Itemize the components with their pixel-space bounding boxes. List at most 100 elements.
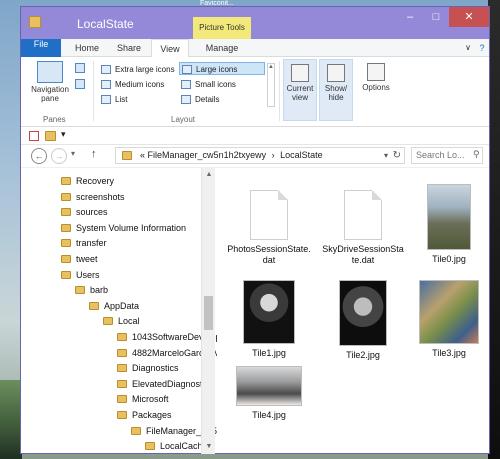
scroll-up-icon[interactable]: ▲ (202, 168, 216, 182)
folder-icon (131, 426, 141, 435)
tree-scrollbar[interactable]: ▲ ▼ (201, 168, 215, 454)
tree-item[interactable]: transfer (61, 236, 107, 251)
explorer-window: LocalState Picture Tools – □ ✕ File Home… (20, 6, 490, 454)
layout-extra-large-icons[interactable]: Extra large icons (99, 63, 179, 76)
tree-item-label: tweet (76, 254, 98, 264)
ribbon-expand-icon[interactable]: ∨ (461, 39, 475, 57)
maximize-button[interactable]: □ (423, 7, 449, 27)
address-bar[interactable]: « FileManager_cw5n1h2txyewy › LocalState… (115, 147, 405, 164)
tree-item-label: Packages (132, 410, 172, 420)
help-icon[interactable]: ? (475, 39, 489, 57)
tree-item[interactable]: ElevatedDiagnostics (117, 377, 214, 392)
close-button[interactable]: ✕ (449, 7, 489, 27)
options-label: Options (362, 83, 390, 92)
image-thumbnail (419, 280, 479, 344)
quick-access-toolbar: ▾ (21, 127, 489, 145)
desktop-background-left (0, 380, 22, 459)
search-icon[interactable]: ⚲ (473, 149, 480, 160)
customize-toolbar-icon[interactable]: ▾ (61, 129, 66, 140)
tree-item[interactable]: barb (75, 283, 108, 298)
file-item[interactable]: PhotosSessionState.dat (227, 184, 311, 266)
image-thumbnail (427, 184, 471, 250)
image-thumbnail (243, 280, 295, 344)
tab-home[interactable]: Home (67, 39, 107, 57)
navigation-bar: ← → ▾ ↑ « FileManager_cw5n1h2txyewy › Lo… (21, 145, 489, 167)
sort-by-icon (291, 64, 309, 82)
document-icon (250, 190, 288, 240)
file-item[interactable]: SkyDriveSessionState.dat (321, 184, 405, 266)
small-icons-icon (181, 80, 191, 89)
breadcrumb-segment[interactable]: LocalState (280, 150, 323, 160)
layout-small-icons[interactable]: Small icons (179, 78, 265, 91)
scroll-thumb[interactable] (204, 296, 213, 330)
divider (93, 61, 94, 121)
tab-share[interactable]: Share (109, 39, 149, 57)
details-icon (181, 95, 191, 104)
layout-medium-icons[interactable]: Medium icons (99, 78, 179, 91)
up-button[interactable]: ↑ (91, 148, 97, 160)
folder-icon (61, 223, 71, 232)
tree-item[interactable]: tweet (61, 252, 98, 267)
details-pane-icon[interactable] (75, 79, 85, 89)
tree-item[interactable]: Microsoft (117, 392, 169, 407)
new-folder-icon[interactable] (45, 131, 56, 141)
tree-item-label: sources (76, 207, 108, 218)
refresh-icon[interactable]: ↻ (393, 148, 401, 163)
tree-item[interactable]: Recovery (61, 174, 114, 189)
tree-item-label: AppData (104, 300, 140, 311)
navigation-pane-icon (37, 61, 63, 83)
tree-item[interactable]: sources (61, 205, 108, 220)
options-button[interactable]: Options (357, 59, 395, 121)
folder-app-icon (29, 16, 41, 28)
file-item[interactable]: Tile1.jpg (227, 280, 311, 359)
back-button[interactable]: ← (31, 148, 47, 164)
divider (279, 61, 280, 121)
folder-icon (117, 379, 127, 388)
show-hide-button[interactable]: Show/ hide (319, 59, 353, 121)
folder-icon (117, 395, 127, 404)
folder-icon (61, 239, 71, 248)
tree-item[interactable]: Diagnostics (117, 361, 179, 376)
file-item[interactable]: Tile4.jpg (227, 366, 311, 421)
forward-button[interactable]: → (51, 148, 67, 164)
current-view-button[interactable]: Current view (283, 59, 317, 121)
breadcrumb-segment[interactable]: FileManager_cw5n1h2txyewy (148, 150, 267, 160)
image-thumbnail (236, 366, 302, 406)
navigation-pane-label: Navigation pane (31, 85, 69, 103)
layout-details[interactable]: Details (179, 93, 265, 106)
minimize-button[interactable]: – (397, 7, 423, 27)
properties-icon[interactable] (29, 131, 39, 141)
tab-manage[interactable]: Manage (197, 39, 247, 57)
tree-item[interactable]: System Volume Information (61, 221, 186, 236)
tree-item-label: Users (76, 269, 100, 280)
folder-icon (103, 317, 113, 326)
tab-view[interactable]: View (151, 39, 189, 58)
tab-file[interactable]: File (21, 39, 61, 57)
file-item[interactable]: Tile2.jpg (321, 280, 405, 361)
folder-icon (117, 333, 127, 341)
navigation-tree: Recovery screenshots sources System Volume … (21, 168, 217, 454)
address-dropdown-icon[interactable]: ▾ (384, 148, 388, 163)
file-item[interactable]: Tile0.jpg (407, 184, 491, 265)
preview-pane-icon[interactable] (75, 63, 85, 73)
tree-item[interactable]: LocalCache (145, 439, 208, 454)
file-item[interactable]: Tile3.jpg (407, 280, 491, 359)
recent-locations-icon[interactable]: ▾ (71, 149, 75, 158)
medium-icons-icon (101, 80, 111, 89)
window-title: LocalState (77, 17, 134, 31)
layout-scroll-icon[interactable]: ▲ (267, 63, 275, 107)
panes-group-label: Panes (43, 115, 66, 124)
scroll-down-icon[interactable]: ▼ (202, 440, 216, 454)
tree-item-label: Local (118, 316, 140, 327)
tree-item-label: barb (90, 285, 109, 296)
layout-large-icons[interactable]: Large icons (179, 62, 265, 75)
tree-item[interactable]: AppData (89, 299, 139, 314)
layout-list[interactable]: List (99, 93, 179, 106)
tree-item[interactable]: Packages (117, 408, 172, 423)
tree-item[interactable]: Local (103, 314, 140, 329)
folder-icon (61, 255, 71, 263)
tree-item[interactable]: Users (61, 268, 100, 283)
file-name: SkyDriveSessionState.dat (322, 244, 404, 265)
tree-item[interactable]: screenshots (61, 190, 125, 205)
navigation-pane-button[interactable]: Navigation pane (27, 61, 73, 103)
